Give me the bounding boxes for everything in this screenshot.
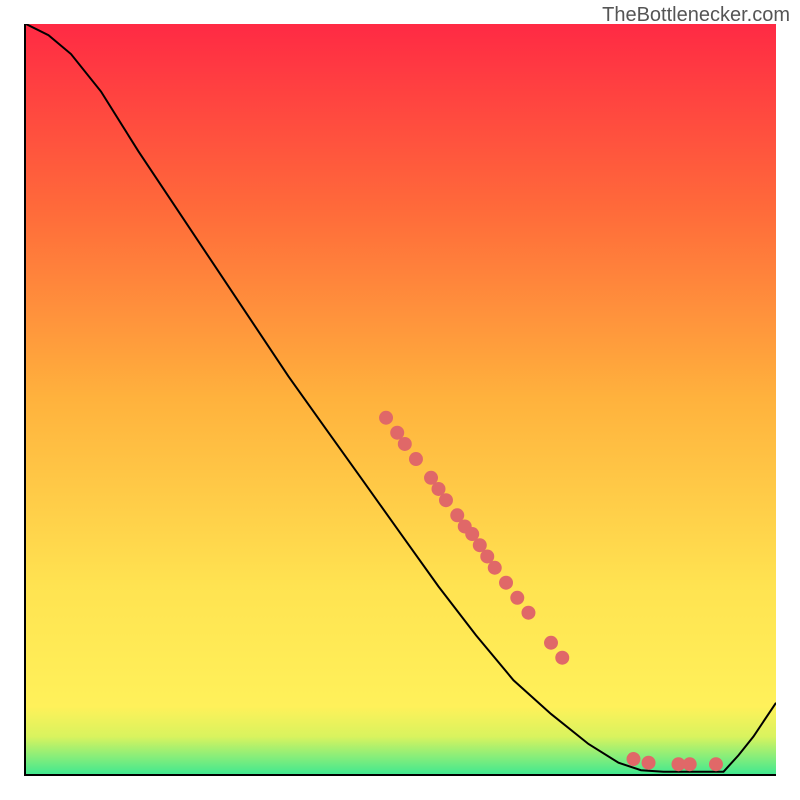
scatter-dots: [379, 411, 723, 771]
chart-container: TheBottlenecker.com: [0, 0, 800, 800]
scatter-dot: [544, 636, 558, 650]
plot-area: [24, 24, 776, 776]
scatter-dot: [626, 752, 640, 766]
scatter-dot: [521, 606, 535, 620]
attribution-text: TheBottlenecker.com: [602, 4, 790, 27]
scatter-dot: [709, 757, 723, 771]
curve-line: [26, 24, 776, 772]
chart-overlay: [26, 24, 776, 774]
scatter-dot: [488, 561, 502, 575]
scatter-dot: [398, 437, 412, 451]
scatter-dot: [555, 651, 569, 665]
scatter-dot: [409, 452, 423, 466]
scatter-dot: [379, 411, 393, 425]
scatter-dot: [683, 757, 697, 771]
scatter-dot: [439, 493, 453, 507]
scatter-dot: [642, 756, 656, 770]
scatter-dot: [510, 591, 524, 605]
scatter-dot: [499, 576, 513, 590]
